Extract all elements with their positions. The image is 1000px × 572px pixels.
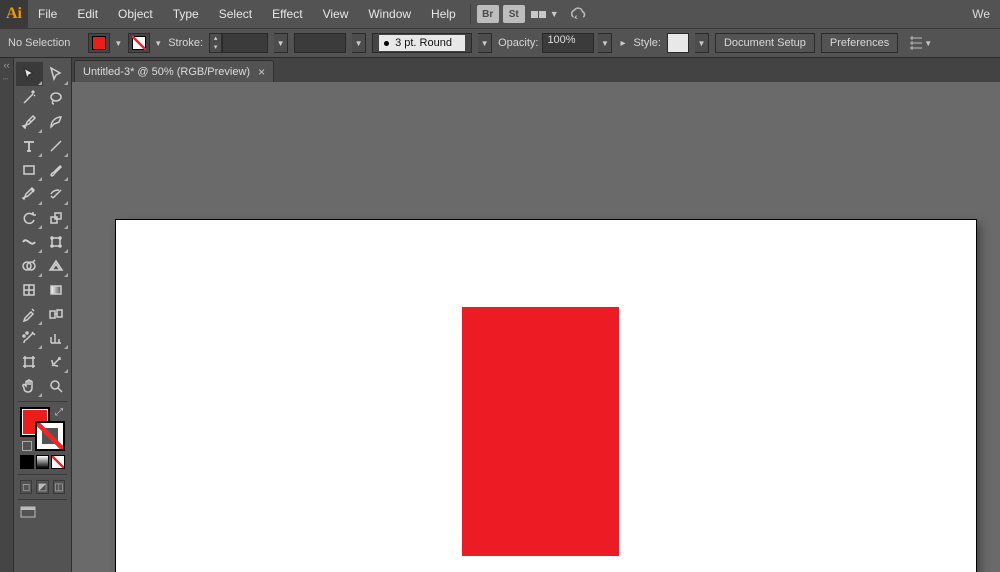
- mesh-tool[interactable]: [16, 278, 43, 302]
- align-icon[interactable]: [908, 35, 924, 51]
- artboard-tool[interactable]: [16, 350, 43, 374]
- arrange-documents-button[interactable]: ▼: [531, 9, 559, 19]
- chevron-down-icon[interactable]: ▼: [114, 39, 122, 48]
- menu-view[interactable]: View: [313, 0, 359, 28]
- document-tab-title: Untitled-3* @ 50% (RGB/Preview): [83, 66, 250, 78]
- menu-type[interactable]: Type: [163, 0, 209, 28]
- chevron-down-icon[interactable]: ▼: [154, 39, 162, 48]
- blend-tool[interactable]: [43, 302, 70, 326]
- panel-grip-icon[interactable]: ┄: [3, 74, 10, 85]
- rectangle-tool[interactable]: [16, 158, 43, 182]
- opacity-input[interactable]: 100%: [542, 33, 594, 53]
- toolbox-panel: ⤢ ◻ ◩ ◫: [14, 58, 72, 572]
- fill-swatch[interactable]: [88, 33, 110, 53]
- control-bar: No Selection ▼ ▼ Stroke: ▴▾ ▼ ▼ 3 pt. Ro…: [0, 28, 1000, 58]
- swap-fill-stroke-icon[interactable]: ⤢: [55, 407, 63, 418]
- chevron-down-icon[interactable]: ▼: [478, 33, 492, 53]
- stroke-swatch[interactable]: [128, 33, 150, 53]
- chevron-down-icon[interactable]: ▼: [924, 39, 932, 48]
- pen-tool[interactable]: [16, 110, 43, 134]
- chevron-down-icon[interactable]: ▼: [598, 33, 612, 53]
- panel-dock-strip[interactable]: ‹‹ ┄: [0, 58, 14, 572]
- shape-builder-tool[interactable]: [16, 254, 43, 278]
- menu-file[interactable]: File: [28, 0, 67, 28]
- color-mode-gradient[interactable]: [36, 455, 50, 469]
- rotate-tool[interactable]: [16, 206, 43, 230]
- close-tab-icon[interactable]: ×: [258, 65, 265, 79]
- collapse-icon[interactable]: ‹‹: [4, 60, 10, 70]
- stroke-color-swatch[interactable]: [35, 421, 65, 451]
- bridge-button[interactable]: Br: [477, 5, 499, 23]
- menu-object[interactable]: Object: [108, 0, 163, 28]
- draw-behind-mode[interactable]: ◩: [36, 480, 48, 494]
- selection-tool[interactable]: [16, 62, 43, 86]
- brush-definition-dropdown[interactable]: 3 pt. Round: [372, 33, 472, 53]
- document-tab-bar: Untitled-3* @ 50% (RGB/Preview) ×: [72, 58, 1000, 82]
- menu-separator: [470, 4, 471, 24]
- hand-tool[interactable]: [16, 374, 43, 398]
- chevron-down-icon[interactable]: ▼: [274, 33, 288, 53]
- menu-effect[interactable]: Effect: [262, 0, 312, 28]
- menu-bar: Ai File Edit Object Type Select Effect V…: [0, 0, 1000, 28]
- scale-tool[interactable]: [43, 206, 70, 230]
- perspective-grid-tool[interactable]: [43, 254, 70, 278]
- stroke-weight-field[interactable]: ▴▾: [209, 33, 268, 53]
- menu-edit[interactable]: Edit: [67, 0, 108, 28]
- free-transform-tool[interactable]: [43, 230, 70, 254]
- graphic-style-dropdown[interactable]: [667, 33, 689, 53]
- draw-inside-mode[interactable]: ◫: [53, 480, 65, 494]
- draw-normal-mode[interactable]: ◻: [20, 480, 32, 494]
- column-graph-tool[interactable]: [43, 326, 70, 350]
- menu-select[interactable]: Select: [209, 0, 262, 28]
- lasso-tool[interactable]: [43, 86, 70, 110]
- color-mode-none[interactable]: [51, 455, 65, 469]
- opacity-label: Opacity:: [498, 37, 538, 49]
- workspace-switcher[interactable]: We: [966, 7, 996, 21]
- color-mode-solid[interactable]: [20, 455, 34, 469]
- rectangle-shape[interactable]: [462, 307, 619, 556]
- screen-mode-button[interactable]: [16, 503, 69, 524]
- color-mode-swatches: [16, 453, 69, 471]
- preferences-button[interactable]: Preferences: [821, 33, 898, 53]
- zoom-tool[interactable]: [43, 374, 70, 398]
- symbol-sprayer-tool[interactable]: [16, 326, 43, 350]
- paintbrush-tool[interactable]: [43, 158, 70, 182]
- gradient-tool[interactable]: [43, 278, 70, 302]
- fill-stroke-swatch[interactable]: ⤢: [20, 407, 65, 451]
- direct-selection-tool[interactable]: [43, 62, 70, 86]
- chevron-down-icon: ▼: [550, 9, 559, 19]
- stroke-label: Stroke:: [168, 37, 203, 49]
- canvas[interactable]: [72, 82, 1000, 572]
- width-tool[interactable]: [16, 230, 43, 254]
- slice-tool[interactable]: [43, 350, 70, 374]
- eyedropper-tool[interactable]: [16, 302, 43, 326]
- menu-help[interactable]: Help: [421, 0, 466, 28]
- selection-state-label: No Selection: [8, 37, 70, 49]
- app-logo: Ai: [0, 0, 28, 28]
- magic-wand-tool[interactable]: [16, 86, 43, 110]
- sync-icon[interactable]: [569, 7, 587, 21]
- line-segment-tool[interactable]: [43, 134, 70, 158]
- document-tab[interactable]: Untitled-3* @ 50% (RGB/Preview) ×: [74, 60, 274, 82]
- eraser-tool[interactable]: [43, 182, 70, 206]
- menu-window[interactable]: Window: [358, 0, 421, 28]
- style-label: Style:: [633, 37, 661, 49]
- pencil-tool[interactable]: [16, 182, 43, 206]
- chevron-down-icon[interactable]: ▼: [352, 33, 366, 53]
- default-fill-stroke-icon[interactable]: [22, 441, 32, 451]
- stroke-profile-dropdown[interactable]: [294, 33, 346, 53]
- chevron-down-icon[interactable]: ▼: [695, 33, 709, 53]
- stock-button[interactable]: St: [503, 5, 525, 23]
- type-tool[interactable]: [16, 134, 43, 158]
- document-area: Untitled-3* @ 50% (RGB/Preview) ×: [72, 58, 1000, 572]
- brush-name-label: 3 pt. Round: [395, 37, 452, 49]
- panel-disclosure-icon[interactable]: ▸: [618, 38, 627, 49]
- document-setup-button[interactable]: Document Setup: [715, 33, 815, 53]
- curvature-tool[interactable]: [43, 110, 70, 134]
